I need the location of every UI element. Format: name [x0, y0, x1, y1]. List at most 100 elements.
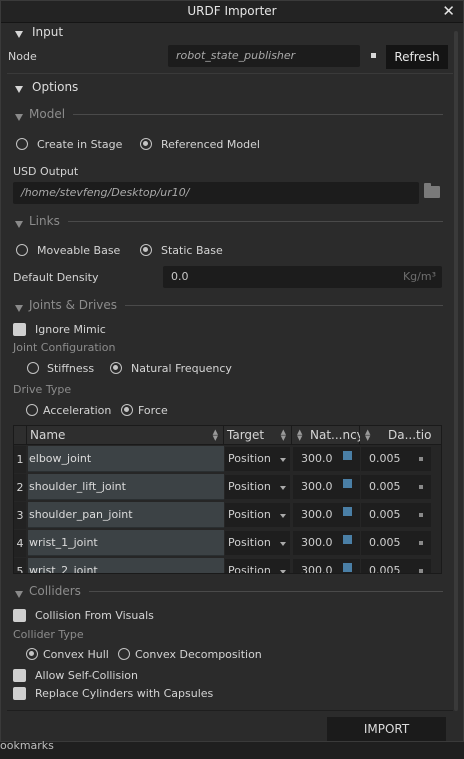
- import-button[interactable]: IMPORT: [327, 717, 446, 741]
- joint-name-cell[interactable]: shoulder_pan_joint: [28, 502, 224, 528]
- colliders-collapse-icon[interactable]: [15, 588, 23, 601]
- chevron-down-icon: [280, 514, 286, 518]
- drag-handle-icon[interactable]: [343, 479, 352, 488]
- damping-ratio-field[interactable]: 0.005: [361, 531, 431, 555]
- radio-moveable-base[interactable]: [16, 243, 28, 256]
- target-select[interactable]: Position: [225, 503, 290, 527]
- target-select[interactable]: Position: [225, 447, 290, 471]
- column-header-natural-frequency[interactable]: ▲ ▼ Nat...ncy: [292, 426, 364, 445]
- ignore-mimic-checkbox[interactable]: [13, 322, 26, 336]
- radio-stiffness[interactable]: [27, 361, 39, 374]
- column-header-damping-ratio-label: Da...tio: [388, 428, 432, 442]
- drag-handle-icon[interactable]: [419, 485, 423, 489]
- radio-referenced-model[interactable]: [140, 137, 152, 150]
- folder-icon[interactable]: [424, 183, 440, 198]
- radio-acceleration-label[interactable]: Acceleration: [43, 404, 111, 417]
- drag-handle-icon[interactable]: [343, 507, 352, 516]
- drag-handle-icon[interactable]: [343, 535, 352, 544]
- sort-icon[interactable]: ▲ ▼: [365, 429, 370, 442]
- node-field[interactable]: robot_state_publisher: [168, 45, 360, 67]
- radio-create-in-stage[interactable]: [16, 137, 28, 150]
- radio-force[interactable]: [121, 403, 133, 416]
- default-density-field[interactable]: 0.0 Kg/m³: [163, 266, 442, 288]
- joint-name-cell[interactable]: wrist_2_joint: [28, 558, 224, 573]
- natural-frequency-field[interactable]: 300.0: [293, 447, 360, 471]
- drag-handle-icon[interactable]: [419, 457, 423, 461]
- radio-create-in-stage-label[interactable]: Create in Stage: [37, 138, 122, 151]
- options-collapse-icon[interactable]: [15, 83, 23, 96]
- row-index: 2: [14, 474, 26, 501]
- table-row[interactable]: 3 shoulder_pan_joint Position 300.0 0.005: [14, 502, 441, 530]
- radio-referenced-model-label[interactable]: Referenced Model: [161, 138, 260, 151]
- sort-icon[interactable]: ▲ ▼: [281, 429, 286, 442]
- column-header-damping-ratio[interactable]: ▲ ▼ Da...tio: [360, 426, 441, 445]
- background-bookmarks-text: ookmarks: [0, 739, 54, 752]
- natural-frequency-field[interactable]: 300.0: [293, 559, 360, 573]
- damping-ratio-field[interactable]: 0.005: [361, 503, 431, 527]
- usd-output-field[interactable]: /home/stevfeng/Desktop/ur10/: [13, 182, 419, 204]
- sort-icon[interactable]: ▲ ▼: [297, 429, 302, 442]
- joints-table: Name ▲ ▼ Target ▲ ▼ ▲ ▼ Nat...ncy ▲ ▼ Da...t…: [13, 425, 442, 574]
- table-row[interactable]: 4 wrist_1_joint Position 300.0 0.005: [14, 530, 441, 558]
- radio-convex-hull-label[interactable]: Convex Hull: [43, 648, 109, 661]
- radio-convex-decomposition-label[interactable]: Convex Decomposition: [135, 648, 262, 661]
- target-select[interactable]: Position: [225, 475, 290, 499]
- target-select[interactable]: Position: [225, 559, 290, 573]
- drag-handle-icon[interactable]: [343, 563, 352, 572]
- radio-static-base[interactable]: [140, 243, 152, 256]
- drag-handle-icon[interactable]: [419, 513, 423, 517]
- radio-stiffness-label[interactable]: Stiffness: [47, 362, 94, 375]
- damping-ratio-field[interactable]: 0.005: [361, 559, 431, 573]
- radio-convex-decomposition[interactable]: [118, 647, 130, 660]
- ignore-mimic-label[interactable]: Ignore Mimic: [35, 323, 106, 336]
- radio-acceleration[interactable]: [26, 403, 38, 416]
- allow-self-collision-checkbox[interactable]: [13, 668, 26, 682]
- sort-icon[interactable]: ▲ ▼: [213, 429, 218, 442]
- joint-name-cell[interactable]: wrist_1_joint: [28, 530, 224, 556]
- model-section-header[interactable]: Model: [29, 107, 65, 121]
- radio-natural-frequency[interactable]: [110, 361, 122, 374]
- input-collapse-icon[interactable]: [15, 28, 23, 41]
- drag-handle-icon[interactable]: [419, 541, 423, 545]
- radio-natural-frequency-label[interactable]: Natural Frequency: [131, 362, 232, 375]
- model-collapse-icon[interactable]: [15, 111, 23, 124]
- drag-handle-icon[interactable]: [343, 451, 352, 460]
- colliders-section-header[interactable]: Colliders: [29, 584, 81, 598]
- refresh-button[interactable]: Refresh: [386, 45, 448, 69]
- joints-collapse-icon[interactable]: [15, 302, 23, 315]
- natural-frequency-field[interactable]: 300.0: [293, 503, 360, 527]
- table-row[interactable]: 2 shoulder_lift_joint Position 300.0 0.005: [14, 474, 441, 502]
- replace-cylinders-label[interactable]: Replace Cylinders with Capsules: [35, 687, 213, 700]
- options-section-header[interactable]: Options: [32, 80, 78, 94]
- column-header-target[interactable]: Target ▲ ▼: [224, 426, 292, 445]
- table-row[interactable]: 1 elbow_joint Position 300.0 0.005: [14, 446, 441, 474]
- scrollbar[interactable]: [453, 31, 459, 711]
- drag-handle-icon[interactable]: [419, 569, 423, 573]
- joints-section-header[interactable]: Joints & Drives: [29, 298, 117, 312]
- radio-moveable-base-label[interactable]: Moveable Base: [37, 244, 120, 257]
- scrollbar-thumb[interactable]: [454, 31, 458, 711]
- natural-frequency-field[interactable]: 300.0: [293, 475, 360, 499]
- radio-static-base-label[interactable]: Static Base: [161, 244, 223, 257]
- replace-cylinders-checkbox[interactable]: [13, 686, 26, 700]
- radio-force-label[interactable]: Force: [138, 404, 168, 417]
- close-icon[interactable]: ✕: [442, 2, 455, 20]
- radio-convex-hull[interactable]: [26, 647, 38, 660]
- links-section-header[interactable]: Links: [29, 214, 60, 228]
- divider: [68, 221, 443, 222]
- chevron-down-icon: [280, 486, 286, 490]
- collision-from-visuals-checkbox[interactable]: [13, 608, 26, 622]
- links-collapse-icon[interactable]: [15, 218, 23, 231]
- input-section-header[interactable]: Input: [32, 25, 63, 39]
- natural-frequency-field[interactable]: 300.0: [293, 531, 360, 555]
- joint-name-cell[interactable]: shoulder_lift_joint: [28, 474, 224, 500]
- damping-ratio-field[interactable]: 0.005: [361, 447, 431, 471]
- damping-ratio-field[interactable]: 0.005: [361, 475, 431, 499]
- target-select[interactable]: Position: [225, 531, 290, 555]
- title-bar[interactable]: URDF Importer ✕: [1, 1, 463, 23]
- joint-name-cell[interactable]: elbow_joint: [28, 446, 224, 472]
- collision-from-visuals-label[interactable]: Collision From Visuals: [35, 609, 154, 622]
- allow-self-collision-label[interactable]: Allow Self-Collision: [35, 669, 138, 682]
- table-row[interactable]: 5 wrist_2_joint Position 300.0 0.005: [14, 558, 441, 573]
- column-header-name[interactable]: Name ▲ ▼: [27, 426, 224, 445]
